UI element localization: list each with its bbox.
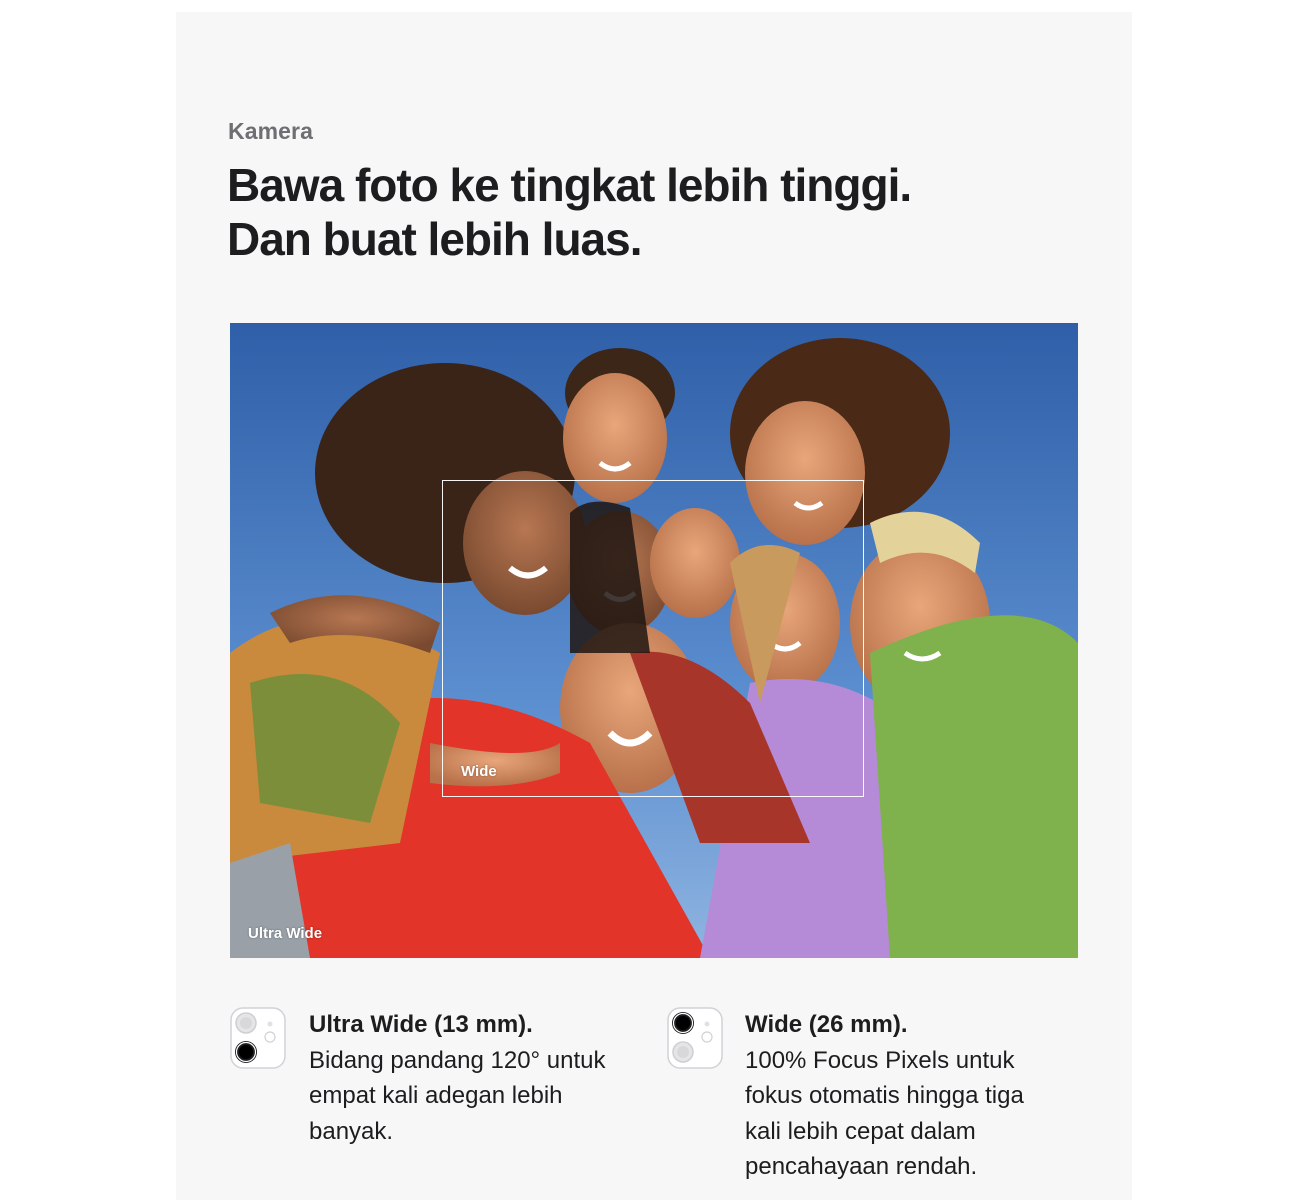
- ultra-wide-label: Ultra Wide: [248, 925, 323, 942]
- headline-line-1: Bawa foto ke tingkat lebih tinggi.: [227, 159, 912, 211]
- camera-section: Kamera Bawa foto ke tingkat lebih tinggi…: [176, 12, 1132, 1200]
- headline-line-2: Dan buat lebih luas.: [227, 213, 643, 265]
- camera-wide-icon: [667, 1007, 723, 1069]
- feature-ultra-wide-description: Bidang pandang 120° untuk empat kali ade…: [309, 1046, 606, 1145]
- wide-frame-label: Wide: [461, 763, 497, 780]
- feature-wide-description: 100% Focus Pixels untuk fokus otomatis h…: [745, 1046, 1024, 1181]
- section-eyebrow: Kamera: [228, 118, 313, 144]
- camera-ultra-wide-icon: [230, 1007, 286, 1069]
- feature-wide-text: Wide (26 mm). 100% Focus Pixels untuk fo…: [745, 1007, 1045, 1185]
- section-headline: Bawa foto ke tingkat lebih tinggi. Dan b…: [227, 158, 1107, 266]
- feature-ultra-wide-title: Ultra Wide (13 mm).: [309, 1011, 533, 1038]
- wide-frame-overlay: Wide: [442, 480, 864, 797]
- feature-wide-title: Wide (26 mm).: [745, 1011, 908, 1038]
- feature-ultra-wide-text: Ultra Wide (13 mm). Bidang pandang 120° …: [309, 1007, 609, 1149]
- group-selfie-photo: Wide Ultra Wide: [230, 323, 1078, 958]
